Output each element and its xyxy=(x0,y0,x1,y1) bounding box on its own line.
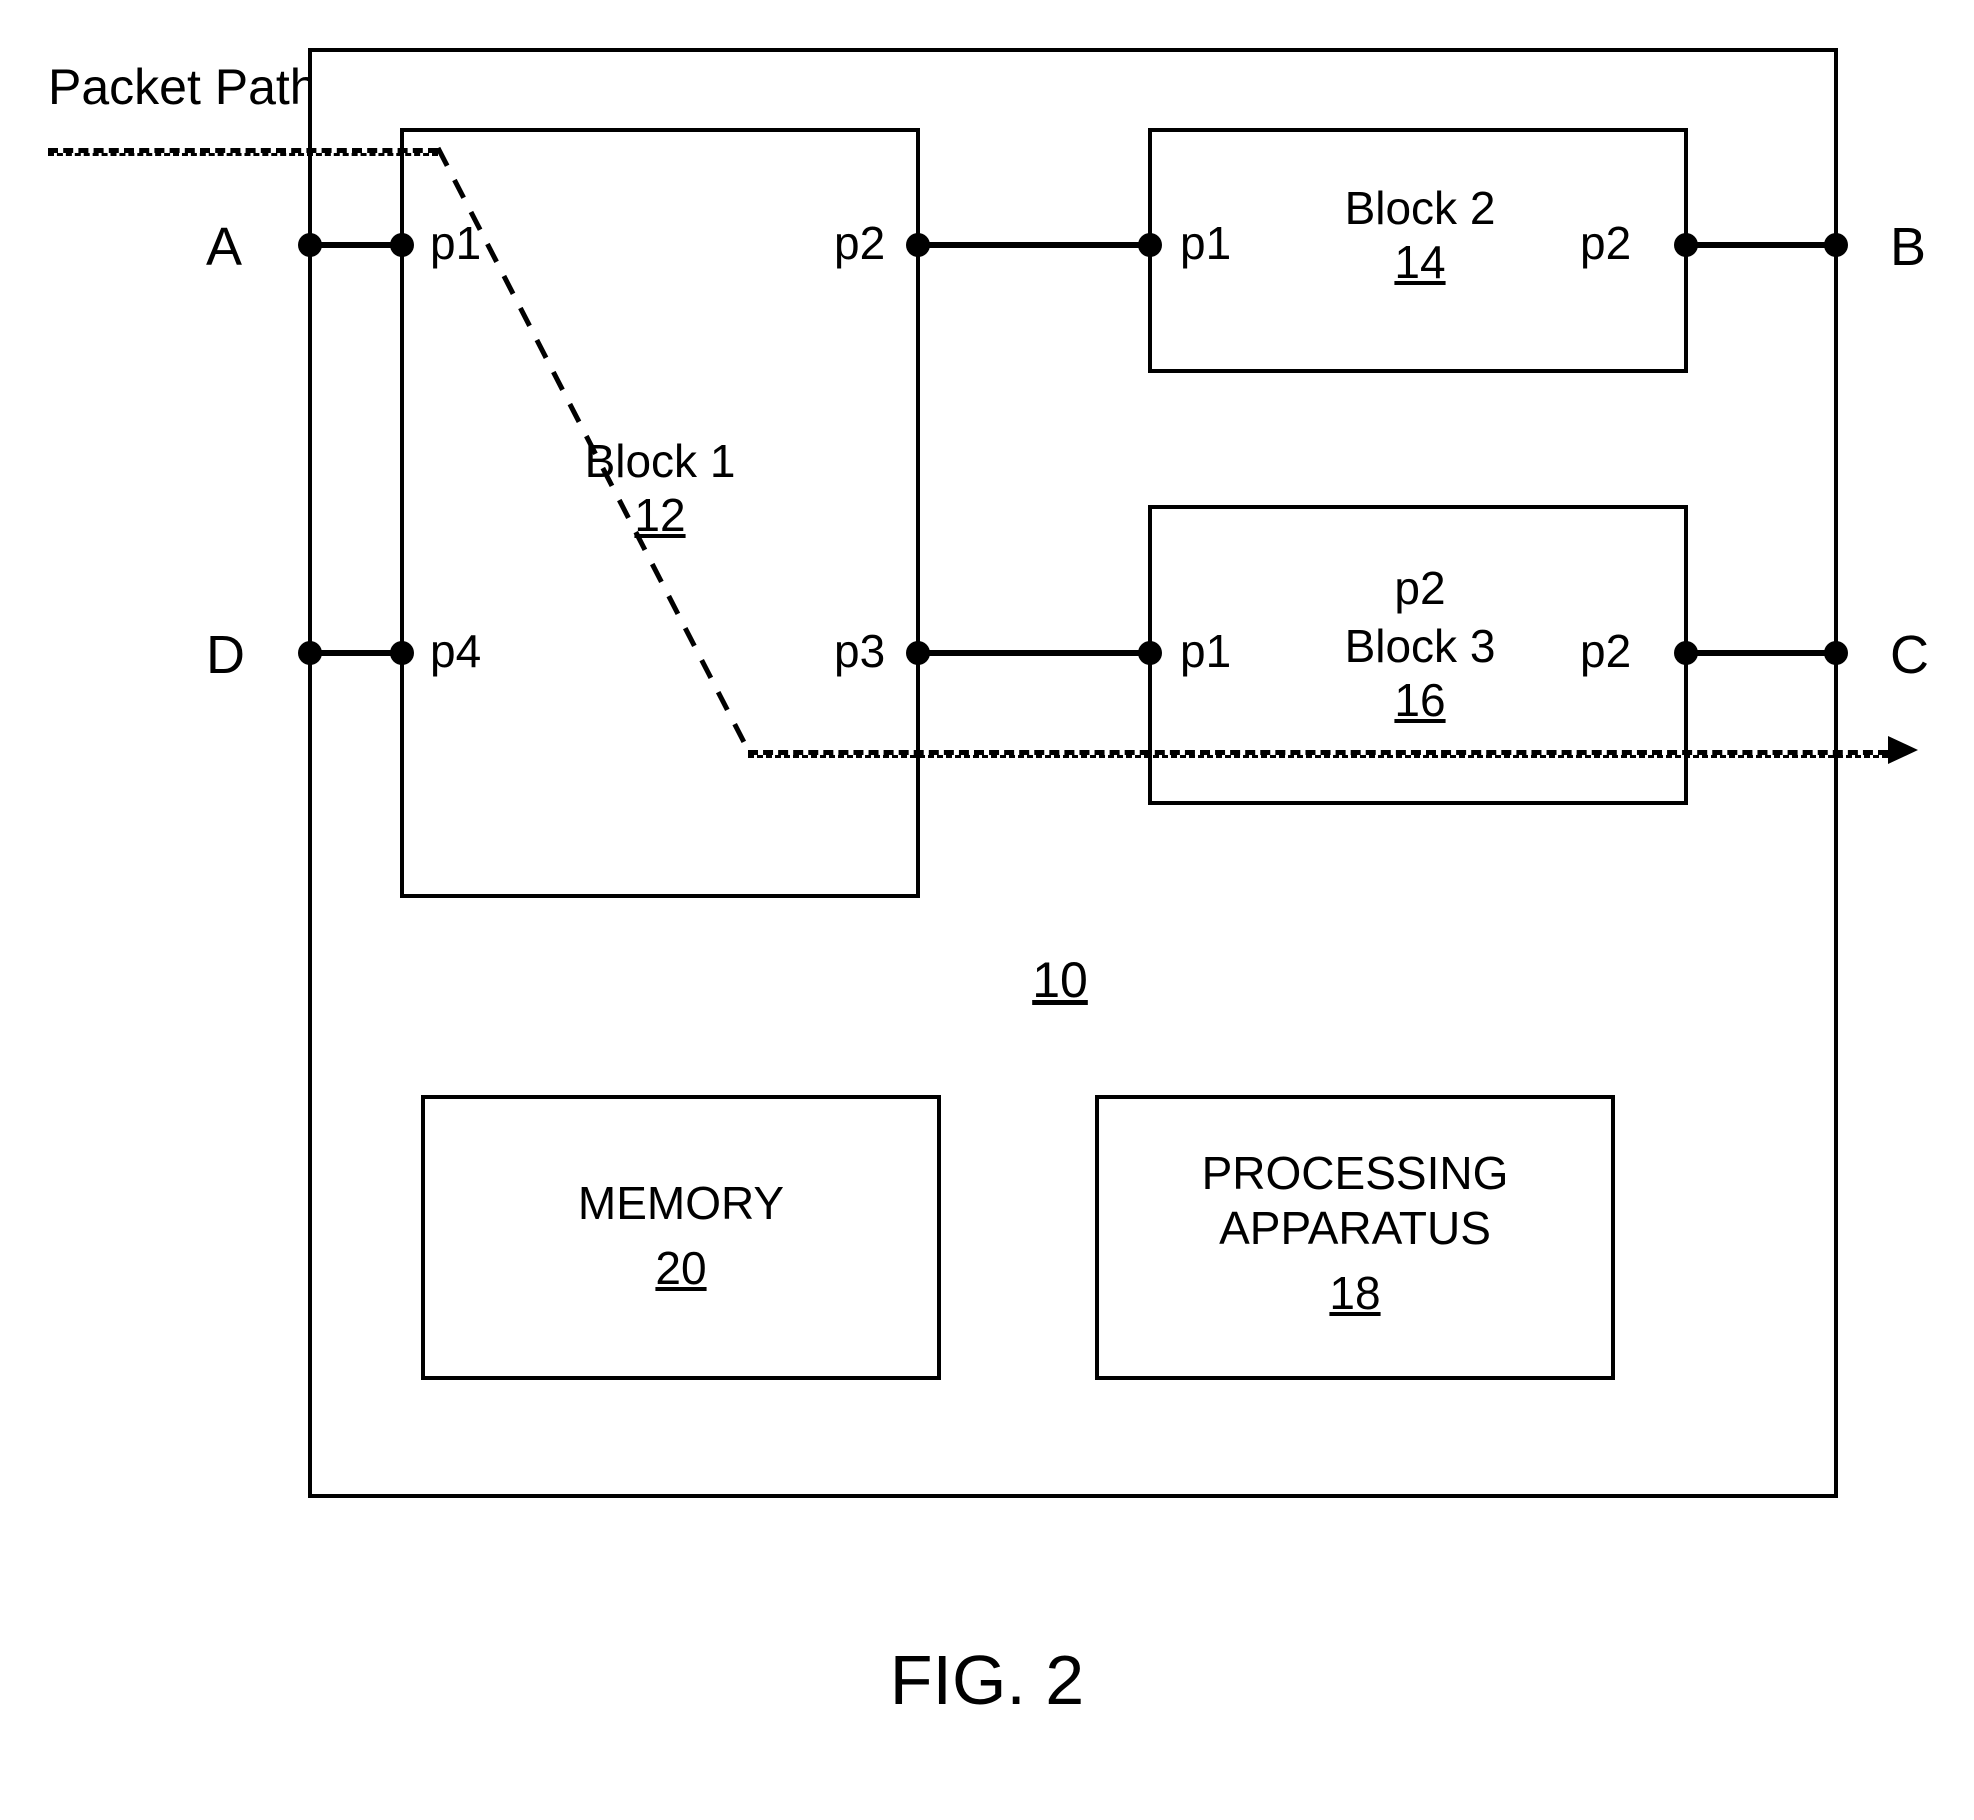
dot-block2-p1 xyxy=(1138,233,1162,257)
processing-ref: 18 xyxy=(1095,1270,1615,1316)
block-2-title: Block 2 xyxy=(1320,185,1520,231)
packet-path-label: Packet Path xyxy=(48,62,318,112)
dot-outer-B xyxy=(1824,233,1848,257)
memory-title: MEMORY xyxy=(421,1180,941,1226)
dot-block1-p4 xyxy=(390,641,414,665)
packet-arrowhead xyxy=(1888,736,1918,764)
block1-port-p3: p3 xyxy=(834,628,885,674)
memory-box xyxy=(421,1095,941,1380)
dot-block1-p1 xyxy=(390,233,414,257)
terminal-B: B xyxy=(1890,220,1926,274)
memory-ref: 20 xyxy=(421,1245,941,1291)
processing-title-2: APPARATUS xyxy=(1095,1205,1615,1251)
block1-port-p4: p4 xyxy=(430,628,481,674)
processing-title-1: PROCESSING xyxy=(1095,1150,1615,1196)
terminal-C: C xyxy=(1890,628,1929,682)
wire-A-to-block1p1 xyxy=(310,242,400,248)
dot-block3-p1 xyxy=(1138,641,1162,665)
block-3-p2-upper: p2 xyxy=(1370,565,1470,611)
wire-D-to-block1p4 xyxy=(310,650,400,656)
block3-port-p2: p2 xyxy=(1580,628,1631,674)
wire-block1p2-to-block2p1 xyxy=(918,242,1150,248)
dot-outer-C xyxy=(1824,641,1848,665)
terminal-A: A xyxy=(206,220,242,274)
block1-port-p1: p1 xyxy=(430,220,481,266)
block3-port-p1: p1 xyxy=(1180,628,1231,674)
block2-port-p1: p1 xyxy=(1180,220,1231,266)
wire-block2p2-to-B xyxy=(1686,242,1836,248)
outer-ref: 10 xyxy=(1010,955,1110,1005)
figure-caption: FIG. 2 xyxy=(0,1645,1974,1715)
terminal-D: D xyxy=(206,628,245,682)
block-1-title: Block 1 xyxy=(560,438,760,484)
block1-port-p2: p2 xyxy=(834,220,885,266)
packet-seg-3 xyxy=(748,750,1888,758)
block2-port-p2: p2 xyxy=(1580,220,1631,266)
block-2-ref: 14 xyxy=(1370,239,1470,285)
diagram-stage: Packet Path Block 1 12 Block 2 14 p2 Blo… xyxy=(0,0,1974,1820)
block-1-ref: 12 xyxy=(610,492,710,538)
wire-block3p2-to-C xyxy=(1686,650,1836,656)
block-3-ref: 16 xyxy=(1370,677,1470,723)
block-3-title: Block 3 xyxy=(1320,623,1520,669)
packet-seg-1 xyxy=(48,148,438,156)
wire-block1p3-to-block3p1 xyxy=(918,650,1150,656)
